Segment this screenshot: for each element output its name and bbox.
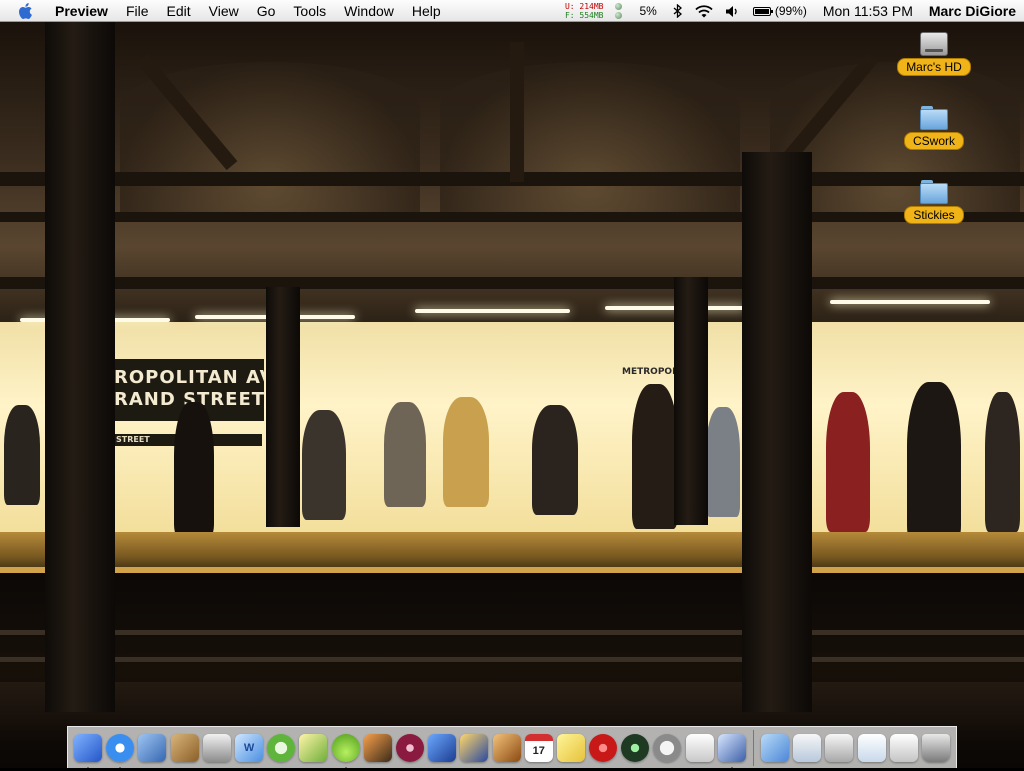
preview-icon[interactable] (717, 733, 746, 771)
wallpaper-person (443, 397, 489, 507)
desktop-icon-cswork[interactable]: CSwork (889, 106, 979, 150)
volume-icon[interactable] (725, 5, 741, 18)
window-thumbnail-icon[interactable] (825, 733, 854, 762)
desktop-icon-label: CSwork (903, 132, 964, 150)
activity-dot (615, 3, 623, 10)
activity-indicator-icon[interactable] (615, 3, 623, 19)
desktop-wallpaper: ROPOLITAN AV RAND STREET STREET METROPOL… (0, 22, 1024, 768)
ical-icon[interactable]: 17 (524, 733, 553, 762)
battery-icon (752, 6, 773, 16)
wallpaper-person (826, 392, 870, 532)
wallpaper-person (302, 410, 346, 520)
desktop-icon-label: Stickies (904, 206, 964, 224)
keyboard-icon[interactable] (202, 733, 231, 762)
safari-icon[interactable] (106, 733, 135, 771)
wallpaper-beam (0, 212, 1024, 222)
apple-icon[interactable] (685, 733, 714, 762)
wallpaper-person (706, 407, 740, 517)
wallpaper-rail (0, 630, 1024, 635)
dock-separator (752, 729, 754, 766)
wallpaper-person (985, 392, 1020, 532)
window-thumbnail-icon[interactable] (857, 733, 886, 762)
trash-icon[interactable] (921, 733, 950, 762)
wallpaper-column (45, 22, 115, 712)
sync-icon[interactable] (653, 733, 682, 762)
wallpaper-column (674, 277, 708, 525)
garageband-icon[interactable] (492, 733, 521, 762)
desktop-icon-hd[interactable]: Marc's HD (889, 32, 979, 76)
apple-menu-icon[interactable] (18, 2, 34, 20)
flask-icon[interactable] (331, 733, 360, 771)
fast-user-switch[interactable]: Marc DiGiore (929, 3, 1016, 19)
itunes-icon[interactable] (267, 733, 296, 762)
menu-go[interactable]: Go (248, 0, 285, 22)
wallpaper-arch (440, 62, 740, 212)
wallpaper-beam (0, 277, 1024, 289)
memory-free: F: 554MB (564, 11, 604, 20)
address-book-icon[interactable] (170, 733, 199, 762)
wallpaper-rail (0, 657, 1024, 662)
wallpaper-light (830, 300, 990, 304)
menu-tools[interactable]: Tools (284, 0, 335, 22)
menu-file[interactable]: File (117, 0, 158, 22)
hard-drive-icon (920, 32, 948, 56)
wallpaper-person (4, 405, 40, 505)
mail-icon[interactable] (138, 733, 167, 762)
window-thumbnail-icon[interactable] (889, 733, 918, 762)
wallpaper-person (632, 384, 678, 529)
menu-view[interactable]: View (200, 0, 248, 22)
wallpaper-person (384, 402, 426, 507)
wallpaper-column (742, 152, 812, 712)
wallpaper-person (174, 402, 214, 537)
imovie-icon[interactable] (428, 733, 457, 762)
stickies-icon[interactable] (556, 733, 585, 762)
wallpaper-beam (510, 42, 524, 182)
battery-fill (754, 8, 769, 14)
iphoto-icon[interactable] (363, 733, 392, 762)
dictionary-icon[interactable]: W (235, 733, 264, 762)
dvd-icon[interactable] (395, 733, 424, 762)
pencil-icon[interactable] (299, 733, 328, 762)
finder-icon[interactable] (74, 733, 103, 771)
activity-dot (615, 12, 623, 19)
camera-icon[interactable] (621, 733, 650, 762)
memory-used: U: 214MB (564, 2, 604, 11)
target-icon[interactable] (589, 733, 618, 762)
window-thumbnail-icon[interactable] (793, 733, 822, 762)
wallpaper-column (266, 287, 300, 527)
wallpaper-platform (0, 532, 1024, 572)
wallpaper-person (532, 405, 578, 515)
battery-status[interactable]: (99%) (752, 4, 807, 18)
desktop-icon-stickies[interactable]: Stickies (889, 180, 979, 224)
memory-monitor[interactable]: U: 214MB F: 554MB (565, 2, 604, 20)
bluetooth-icon[interactable] (673, 4, 683, 18)
desktop-icon-label: Marc's HD (897, 58, 971, 76)
wallpaper-wall (0, 322, 1024, 532)
menu-bar: Preview File Edit View Go Tools Window H… (0, 0, 1024, 22)
clapper-icon[interactable] (460, 733, 489, 762)
ical-day: 17 (532, 745, 545, 757)
menu-help[interactable]: Help (403, 0, 450, 22)
wifi-icon[interactable] (695, 4, 713, 18)
menu-edit[interactable]: Edit (158, 0, 200, 22)
menu-clock[interactable]: Mon 11:53 PM (823, 3, 913, 19)
folder-icon (920, 180, 948, 204)
battery-percent: (99%) (774, 4, 807, 18)
wallpaper-light (415, 309, 570, 313)
wallpaper-person (907, 382, 961, 542)
dock: W 17 (67, 726, 957, 771)
applications-folder-icon[interactable] (761, 733, 790, 762)
cpu-percent[interactable]: 5% (639, 4, 656, 18)
menu-window[interactable]: Window (335, 0, 403, 22)
menu-extras: U: 214MB F: 554MB 5% (99%) Mon 11:53 PM … (565, 0, 1024, 22)
folder-icon (920, 106, 948, 130)
menu-app-name[interactable]: Preview (46, 0, 117, 22)
